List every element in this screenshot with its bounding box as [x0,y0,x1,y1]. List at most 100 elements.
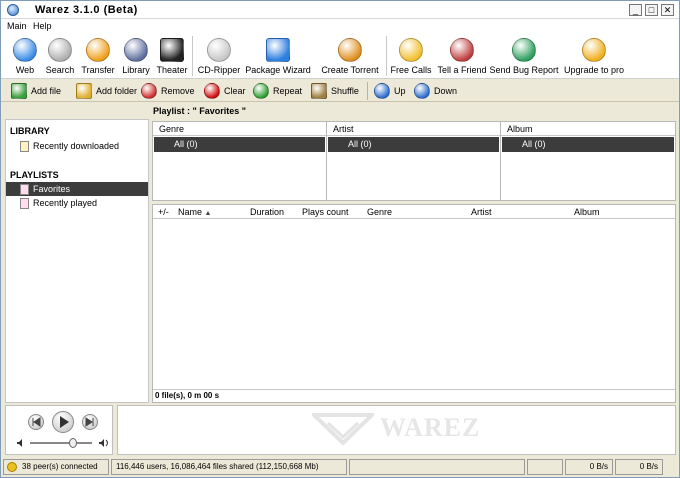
toolbar-library-button[interactable]: Library [119,33,153,79]
toolbar-free-calls-button[interactable]: Free Calls [387,33,435,79]
toolbar-search-button[interactable]: Search [43,33,77,79]
action-label: Repeat [273,86,303,96]
column-artist[interactable]: Artist [471,207,492,217]
playlists-section-header: PLAYLISTS [10,170,59,180]
toolbar-upgrade-to-pro-button[interactable]: Upgrade to pro [561,33,627,79]
toolbar-web-button[interactable]: Web [7,33,43,79]
action-repeat-button[interactable]: Repeat [253,82,302,100]
next-icon [85,417,94,427]
title-bar[interactable]: Warez 3.1.0 (Beta) _ □ ✕ [1,1,679,19]
action-clear-button[interactable]: Clear [204,82,246,100]
toolbar-label: Library [122,65,150,75]
window-title: Warez 3.1.0 (Beta) [35,4,138,16]
action-label: Shuffle [331,86,359,96]
toolbar-label: Package Wizard [245,65,311,75]
action-add-file-button[interactable]: Add file [11,82,61,100]
action-add-folder-button[interactable]: Add folder [76,82,137,100]
add-file-icon [11,83,27,99]
playlist-action-bar: Add file Add folder Remove Clear Repeat Shuff… [1,80,679,102]
library-section-header: LIBRARY [10,126,50,136]
library-sidebar: LIBRARY Recently downloaded PLAYLISTS Fa… [5,119,149,403]
status-empty-cell-2 [527,459,563,475]
toolbar-theater-button[interactable]: Theater [155,33,189,79]
album-all-item[interactable]: All (0) [502,137,674,152]
status-bar: 38 peer(s) connected 116,446 users, 16,0… [1,458,679,477]
action-up-button[interactable]: Up [374,82,406,100]
toolbar-package-wizard-button[interactable]: Package Wizard [243,33,313,79]
sidebar-item-recently-played[interactable]: Recently played [6,196,148,210]
artist-filter-header[interactable]: Artist [327,122,500,136]
genre-all-item[interactable]: All (0) [154,137,325,152]
books-icon [124,38,148,62]
main-toolbar: Web Search Transfer Library Theater CD-Ripper… [1,33,679,79]
peers-count: 38 peer(s) connected [22,462,98,471]
volume-slider-thumb[interactable] [69,438,78,448]
toolbar-label: Transfer [81,65,115,75]
toolbar-cd-ripper-button[interactable]: CD-Ripper [197,33,241,79]
menu-help[interactable]: Help [33,21,52,31]
unlock-icon [582,38,606,62]
app-logo-icon [7,4,19,16]
peers-status: 38 peer(s) connected [3,459,109,475]
upload-rate: 0 B/s [615,459,663,475]
genre-filter-header[interactable]: Genre [153,122,326,136]
toolbar-transfer-button[interactable]: Transfer [79,33,117,79]
maximize-button[interactable]: □ [645,4,658,16]
action-remove-button[interactable]: Remove [141,82,195,100]
actionbar-separator [367,82,368,100]
toolbar-label: Create Torrent [321,65,379,75]
artist-all-item[interactable]: All (0) [328,137,499,152]
toolbar-label: CD-Ripper [197,65,241,75]
action-down-button[interactable]: Down [414,82,457,100]
previous-button[interactable] [28,414,44,430]
arrow-down-icon [414,83,430,99]
sidebar-item-recently-downloaded[interactable]: Recently downloaded [6,139,148,153]
shuffle-icon [311,83,327,99]
column-album[interactable]: Album [574,207,600,217]
action-label: Up [394,86,406,96]
toolbar-tell-a-friend-button[interactable]: Tell a Friend [435,33,489,79]
visualizer-area: WAREZ [117,405,676,455]
playlist-icon [20,183,29,195]
download-folder-icon [20,140,29,152]
warez-logo-text: WAREZ [380,413,481,442]
volume-low-icon [17,439,22,447]
toolbar-label: Upgrade to pro [563,65,625,75]
toolbar-label: Free Calls [390,65,432,75]
column-duration[interactable]: Duration [250,207,284,217]
volume-slider[interactable] [30,438,92,448]
sidebar-item-favorites[interactable]: Favorites [6,182,148,196]
toolbar-send-bug-report-button[interactable]: Send Bug Report [489,33,559,79]
previous-icon [32,417,41,427]
toolbar-create-torrent-button[interactable]: Create Torrent [317,33,383,79]
people-icon [450,38,474,62]
column-genre[interactable]: Genre [367,207,392,217]
playlist-title: Playlist : " Favorites " [153,106,247,116]
action-shuffle-button[interactable]: Shuffle [311,82,359,100]
globe-icon [13,38,37,62]
status-empty-cell [349,459,525,475]
album-filter: Album All (0) [501,122,675,200]
menu-main[interactable]: Main [7,21,27,31]
column-plays-count[interactable]: Plays count [302,207,349,217]
action-label: Add file [31,86,62,96]
column-name[interactable]: Name ▲ [178,207,211,217]
action-label: Down [434,86,458,96]
album-filter-header[interactable]: Album [501,122,675,136]
playlist-icon [20,197,29,209]
cd-icon [207,38,231,62]
sidebar-item-label: Recently played [33,198,98,208]
sidebar-item-label: Recently downloaded [33,141,120,151]
next-button[interactable] [82,414,98,430]
artist-filter: Artist All (0) [327,122,501,200]
toolbar-label: Tell a Friend [437,65,487,75]
arrow-up-icon [374,83,390,99]
close-button[interactable]: ✕ [661,4,674,16]
action-label: Add folder [96,86,138,96]
play-icon [60,416,69,428]
column-add-remove[interactable]: +/- [158,207,169,217]
minimize-button[interactable]: _ [629,4,642,16]
column-name-label: Name [178,207,203,217]
volume-high-icon [99,439,108,447]
play-button[interactable] [52,411,74,433]
